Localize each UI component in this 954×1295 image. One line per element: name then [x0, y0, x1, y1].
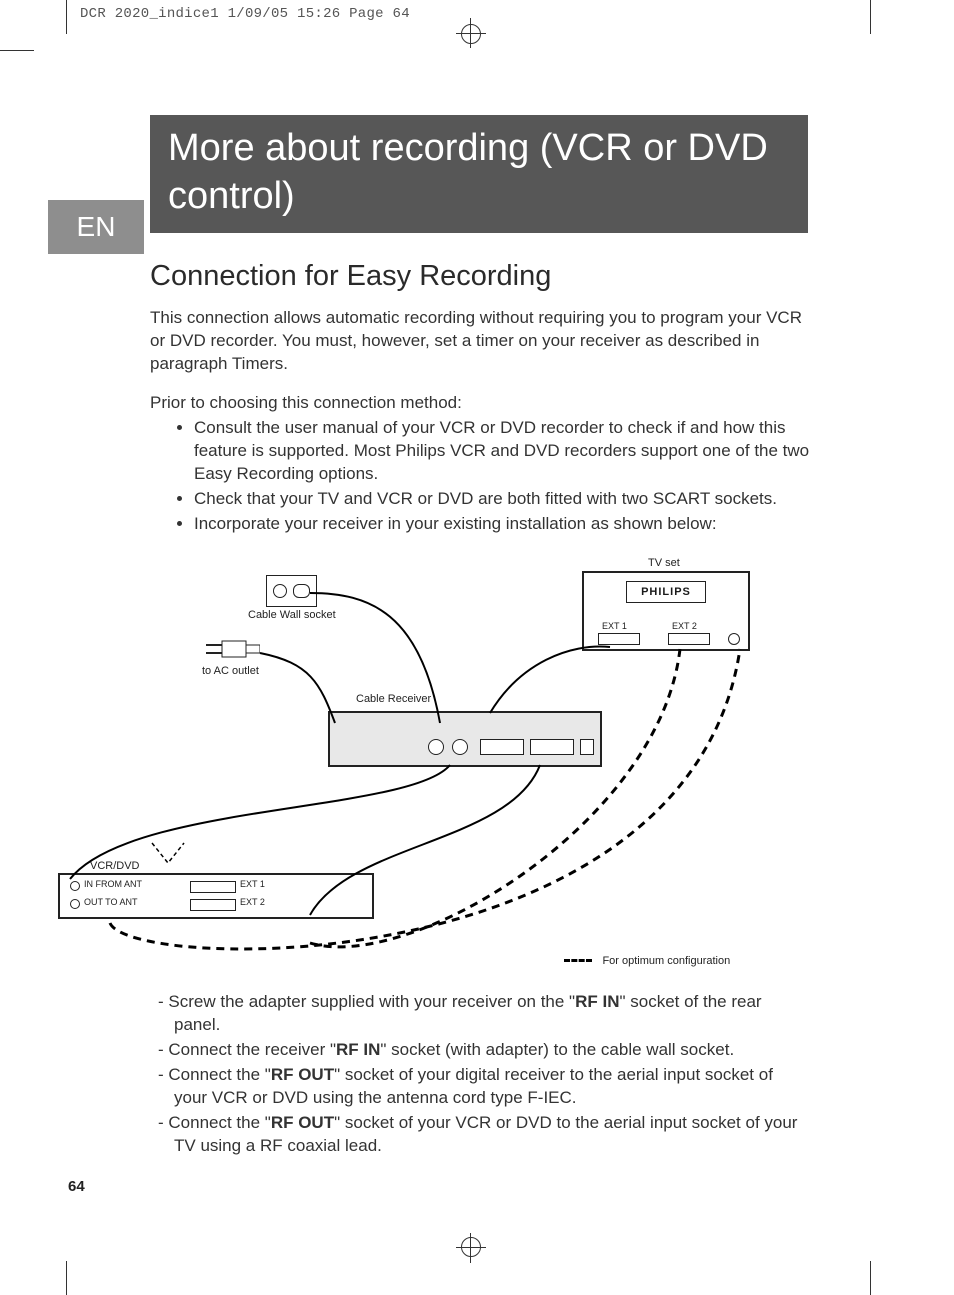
registration-mark-icon	[461, 24, 481, 44]
page-number: 64	[68, 1178, 85, 1195]
list-item: - Connect the receiver "RF IN" socket (w…	[150, 1039, 810, 1062]
crop-mark	[0, 50, 34, 51]
steps-list: - Screw the adapter supplied with your r…	[150, 991, 810, 1158]
crop-mark	[870, 0, 871, 34]
connection-diagram: TV set PHILIPS EXT 1 EXT 2 Cable Wall so…	[150, 553, 810, 973]
list-item: Incorporate your receiver in your existi…	[194, 513, 810, 536]
language-tab: EN	[48, 200, 144, 254]
diagram-legend: For optimum configuration	[564, 951, 730, 969]
list-item: - Connect the "RF OUT" socket of your VC…	[150, 1112, 810, 1158]
diagram-label-optimum: For optimum configuration	[602, 955, 730, 967]
intro-paragraph-2: Prior to choosing this connection method…	[150, 392, 810, 415]
crop-mark	[66, 0, 67, 34]
intro-bullet-list: Consult the user manual of your VCR or D…	[150, 417, 810, 536]
intro-paragraph: This connection allows automatic recordi…	[150, 307, 810, 376]
list-item: - Connect the "RF OUT" socket of your di…	[150, 1064, 810, 1110]
registration-mark-icon	[456, 33, 486, 34]
registration-mark-icon	[470, 1233, 471, 1263]
diagram-cables	[50, 553, 810, 973]
page-title: More about recording (VCR or DVD control…	[150, 115, 808, 233]
list-item: - Screw the adapter supplied with your r…	[150, 991, 810, 1037]
page-content: Connection for Easy Recording This conne…	[150, 260, 810, 1160]
section-heading: Connection for Easy Recording	[150, 260, 810, 293]
legend-dash-icon	[564, 959, 592, 962]
crop-mark	[870, 1261, 871, 1295]
print-slugline: DCR 2020_indice1 1/09/05 15:26 Page 64	[80, 6, 410, 22]
registration-mark-icon	[456, 1247, 486, 1248]
list-item: Consult the user manual of your VCR or D…	[194, 417, 810, 486]
crop-mark	[66, 1261, 67, 1295]
list-item: Check that your TV and VCR or DVD are bo…	[194, 488, 810, 511]
